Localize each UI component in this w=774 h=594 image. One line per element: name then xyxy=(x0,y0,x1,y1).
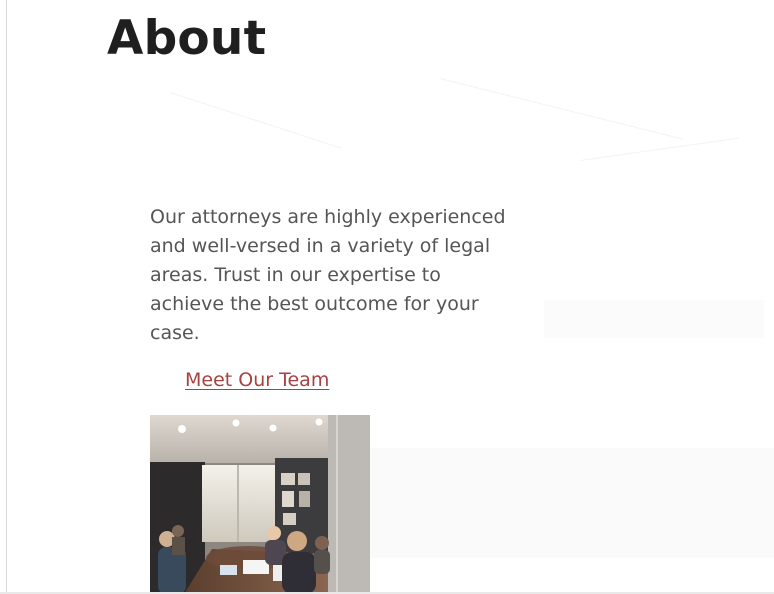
faint-background-strip xyxy=(544,300,764,338)
ceiling-light xyxy=(315,418,323,426)
person xyxy=(314,550,330,574)
ceiling-light xyxy=(269,424,277,432)
glass-wall xyxy=(328,415,370,594)
page-title: About xyxy=(107,11,267,66)
about-page: About Our attorneys are highly experienc… xyxy=(0,0,774,594)
ceiling-light xyxy=(232,419,240,427)
about-description: Our attorneys are highly experienced and… xyxy=(150,206,506,344)
ceiling-light xyxy=(178,425,186,433)
laptop xyxy=(243,560,269,574)
team-photo xyxy=(150,415,370,594)
person xyxy=(282,552,316,594)
left-border xyxy=(6,0,7,594)
faint-background-panel xyxy=(369,448,774,558)
meet-our-team-link[interactable]: Meet Our Team xyxy=(185,366,329,394)
conference-room-photo-illustration xyxy=(150,415,370,594)
faint-background-lines xyxy=(169,72,760,192)
